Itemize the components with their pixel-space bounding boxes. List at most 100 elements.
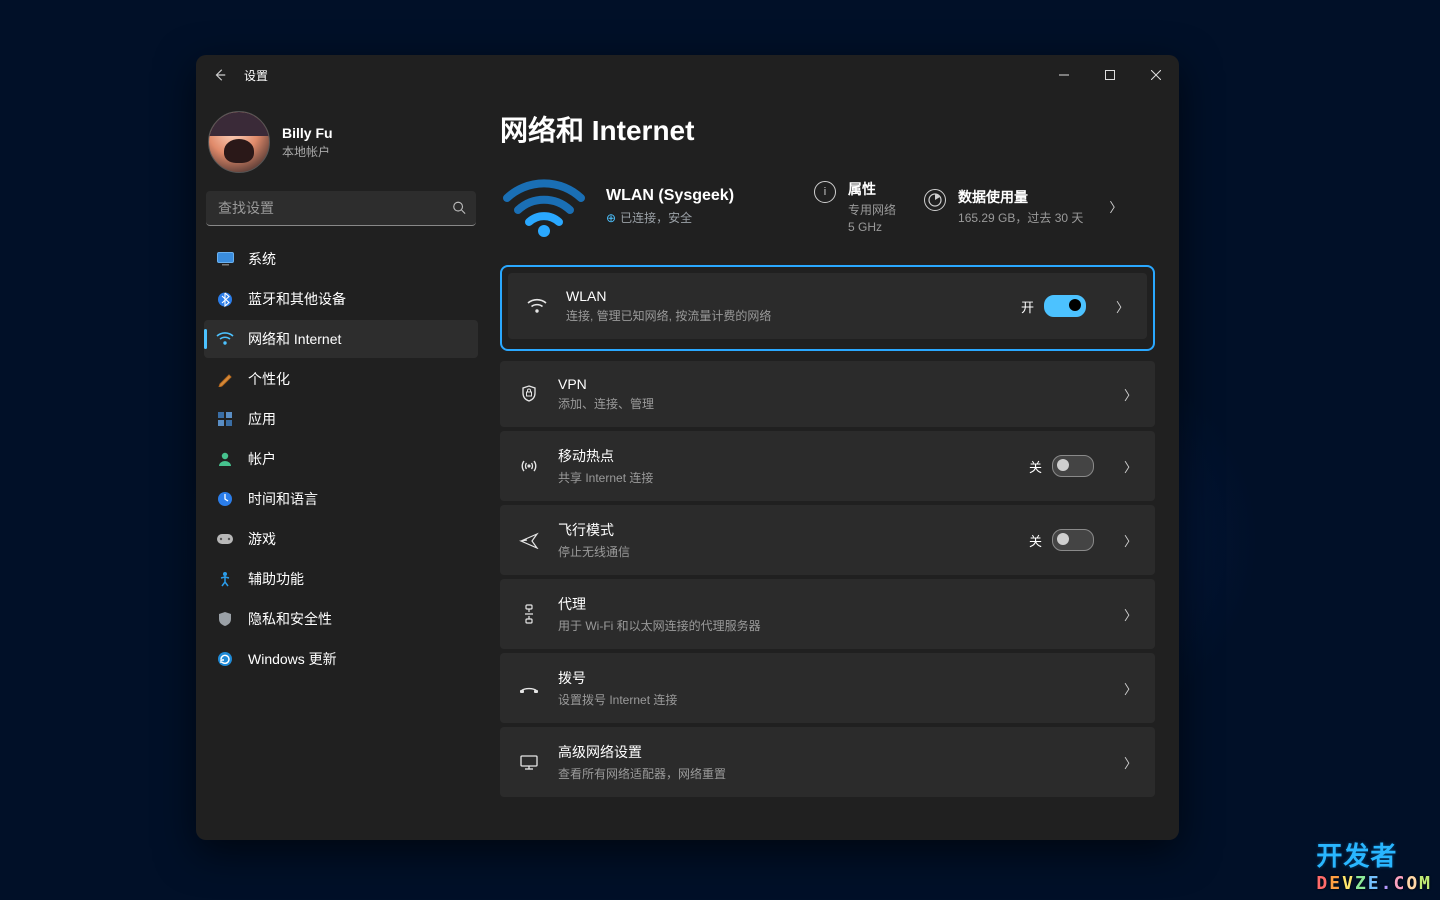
sidebar-item-bluetooth[interactable]: 蓝牙和其他设备 [204, 280, 478, 318]
chevron-right-icon: 〉 [1124, 753, 1137, 772]
airplane-icon [518, 531, 540, 549]
chevron-right-icon: 〉 [1116, 297, 1129, 316]
sidebar-item-accessibility[interactable]: 辅助功能 [204, 560, 478, 598]
profile-block[interactable]: Billy Fu 本地帐户 [208, 111, 474, 173]
row-title: 拨号 [558, 668, 1098, 688]
row-title: 代理 [558, 594, 1098, 614]
sidebar-item-label: 应用 [248, 409, 276, 429]
hotspot-toggle[interactable] [1052, 455, 1094, 477]
shield-icon [216, 610, 234, 628]
account-icon [216, 450, 234, 468]
properties-sub2: 5 GHz [848, 220, 896, 234]
update-icon [216, 650, 234, 668]
airplane-toggle[interactable] [1052, 529, 1094, 551]
chevron-right-icon: 〉 [1124, 457, 1137, 476]
sidebar-item-update[interactable]: Windows 更新 [204, 640, 478, 678]
profile-sub: 本地帐户 [282, 143, 333, 160]
search-input[interactable] [206, 191, 476, 226]
chevron-right-icon: 〉 [1124, 531, 1137, 550]
computer-icon [518, 754, 540, 770]
search-box[interactable] [206, 191, 476, 226]
brush-icon [216, 370, 234, 388]
sidebar-item-label: 蓝牙和其他设备 [248, 289, 346, 309]
minimize-button[interactable] [1041, 55, 1087, 95]
sidebar-item-label: 网络和 Internet [248, 329, 341, 349]
toggle-label: 开 [1021, 297, 1034, 316]
chevron-right-icon: 〉 [1109, 197, 1122, 216]
sidebar-item-label: 游戏 [248, 529, 276, 549]
sidebar: Billy Fu 本地帐户 系统 蓝牙和其他设备 网络和 Internet 个性… [196, 95, 486, 840]
hotspot-icon [518, 458, 540, 474]
bluetooth-icon [216, 290, 234, 308]
content-area: 网络和 Internet WLAN (Sysgeek) ⊕已连接，安全 i [486, 95, 1179, 840]
toggle-label: 关 [1029, 531, 1042, 550]
sidebar-item-gaming[interactable]: 游戏 [204, 520, 478, 558]
row-sub: 设置拨号 Internet 连接 [558, 691, 1098, 708]
row-sub: 共享 Internet 连接 [558, 469, 1011, 486]
sidebar-item-accounts[interactable]: 帐户 [204, 440, 478, 478]
data-usage-title: 数据使用量 [958, 187, 1083, 207]
sidebar-item-label: 隐私和安全性 [248, 609, 332, 629]
row-title: 高级网络设置 [558, 742, 1098, 762]
wlan-highlight-box: WLAN 连接, 管理已知网络, 按流量计费的网络 开 〉 [500, 265, 1155, 351]
sidebar-item-label: 时间和语言 [248, 489, 318, 509]
properties-title: 属性 [848, 179, 896, 199]
hero-ssid: WLAN (Sysgeek) [606, 187, 786, 205]
search-icon [452, 200, 466, 217]
sidebar-item-time-language[interactable]: 时间和语言 [204, 480, 478, 518]
row-sub: 连接, 管理已知网络, 按流量计费的网络 [566, 307, 1003, 324]
window-title: 设置 [244, 67, 268, 84]
wlan-toggle[interactable] [1044, 295, 1086, 317]
info-icon: i [814, 181, 836, 203]
row-dialup[interactable]: 拨号 设置拨号 Internet 连接 〉 [500, 653, 1155, 723]
sidebar-item-label: 帐户 [248, 449, 276, 469]
proxy-icon [518, 604, 540, 624]
row-sub: 查看所有网络适配器，网络重置 [558, 765, 1098, 782]
wifi-icon [526, 298, 548, 314]
sidebar-item-label: 辅助功能 [248, 569, 304, 589]
back-button[interactable] [206, 61, 234, 89]
minimize-icon [1059, 70, 1069, 80]
sidebar-item-system[interactable]: 系统 [204, 240, 478, 278]
hero-data-usage[interactable]: 数据使用量 165.29 GB，过去 30 天 〉 [924, 187, 1122, 226]
row-proxy[interactable]: 代理 用于 Wi-Fi 和以太网连接的代理服务器 〉 [500, 579, 1155, 649]
row-vpn[interactable]: VPN 添加、连接、管理 〉 [500, 361, 1155, 427]
close-button[interactable] [1133, 55, 1179, 95]
sidebar-item-personalization[interactable]: 个性化 [204, 360, 478, 398]
sidebar-item-network[interactable]: 网络和 Internet [204, 320, 478, 358]
data-usage-icon [924, 189, 946, 211]
row-hotspot[interactable]: 移动热点 共享 Internet 连接 关 〉 [500, 431, 1155, 501]
sidebar-item-label: Windows 更新 [248, 649, 337, 669]
wifi-icon [216, 330, 234, 348]
row-airplane[interactable]: 飞行模式 停止无线通信 关 〉 [500, 505, 1155, 575]
sidebar-item-label: 系统 [248, 249, 276, 269]
avatar [208, 111, 270, 173]
chevron-right-icon: 〉 [1124, 605, 1137, 624]
wifi-large-icon [500, 173, 588, 239]
properties-sub1: 专用网络 [848, 201, 896, 218]
row-title: 移动热点 [558, 446, 1011, 466]
profile-name: Billy Fu [282, 125, 333, 141]
toggle-label: 关 [1029, 457, 1042, 476]
row-title: VPN [558, 376, 1098, 392]
data-usage-sub: 165.29 GB，过去 30 天 [958, 209, 1083, 226]
chevron-right-icon: 〉 [1124, 679, 1137, 698]
sidebar-item-label: 个性化 [248, 369, 290, 389]
sidebar-item-apps[interactable]: 应用 [204, 400, 478, 438]
chevron-right-icon: 〉 [1124, 385, 1137, 404]
row-wlan[interactable]: WLAN 连接, 管理已知网络, 按流量计费的网络 开 〉 [508, 273, 1147, 339]
nav-list: 系统 蓝牙和其他设备 网络和 Internet 个性化 应用 帐户 时间和语言 … [204, 240, 478, 678]
row-advanced[interactable]: 高级网络设置 查看所有网络适配器，网络重置 〉 [500, 727, 1155, 797]
monitor-icon [216, 250, 234, 268]
globe-icon: ⊕ [606, 211, 616, 225]
row-title: 飞行模式 [558, 520, 1011, 540]
clock-globe-icon [216, 490, 234, 508]
sidebar-item-privacy[interactable]: 隐私和安全性 [204, 600, 478, 638]
gamepad-icon [216, 530, 234, 548]
close-icon [1151, 70, 1161, 80]
settings-window: 设置 Billy Fu 本地帐户 系统 蓝 [196, 55, 1179, 840]
hero-properties[interactable]: i 属性 专用网络 5 GHz [814, 179, 896, 234]
maximize-icon [1105, 70, 1115, 80]
apps-icon [216, 410, 234, 428]
maximize-button[interactable] [1087, 55, 1133, 95]
